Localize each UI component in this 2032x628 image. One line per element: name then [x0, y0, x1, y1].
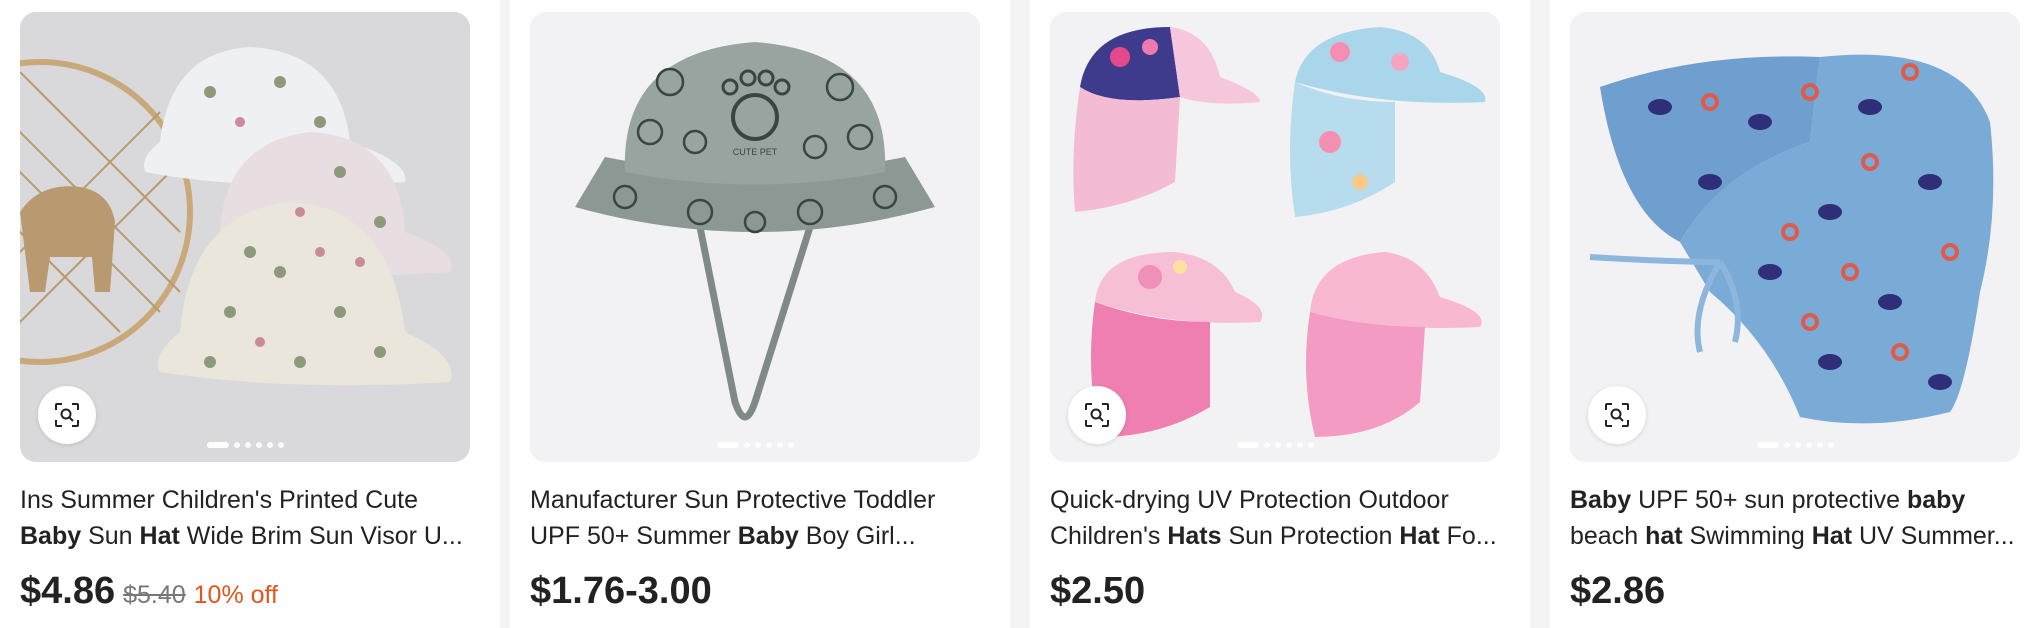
carousel-dot[interactable] [765, 442, 772, 448]
bucket-hat-image: CUTE PET [530, 12, 980, 462]
product-card[interactable]: Baby UPF 50+ sun protective baby beach h… [1550, 0, 2032, 628]
carousel-dot[interactable] [1816, 442, 1823, 448]
carousel-dot[interactable] [1263, 442, 1270, 448]
product-price: $2.50 [1050, 570, 1146, 612]
title-text: Wide Brim Sun Visor U... [179, 522, 463, 550]
carousel-dot[interactable] [1236, 442, 1259, 448]
title-keyword: hat [1645, 522, 1683, 550]
title-text: Swimming [1682, 522, 1812, 550]
carousel-dot[interactable] [277, 442, 284, 448]
carousel-dot[interactable] [1827, 442, 1834, 448]
image-search-icon [1605, 403, 1629, 427]
title-keyword: Baby [20, 522, 82, 550]
carousel-dot[interactable] [255, 442, 262, 448]
product-price: $1.76-3.00 [530, 570, 712, 612]
title-text: UPF 50+ sun protective [1631, 486, 1907, 514]
product-image[interactable]: CUTE PET [530, 12, 980, 462]
carousel-dot[interactable] [754, 442, 761, 448]
product-card[interactable]: CUTE PET Manufacturer Sun Protective Tod… [510, 0, 1010, 628]
title-text: Sun Protection [1221, 522, 1400, 550]
carousel-indicator[interactable] [20, 442, 470, 448]
visual-search-button[interactable] [1588, 386, 1646, 444]
title-keyword: Hats [1167, 522, 1222, 550]
title-text: Sun [81, 522, 140, 550]
carousel-dot[interactable] [1783, 442, 1790, 448]
carousel-dot[interactable] [1285, 442, 1292, 448]
title-keyword: Baby [1570, 486, 1632, 514]
title-text: Boy Girl... [798, 522, 916, 550]
product-image[interactable] [1570, 12, 2020, 462]
carousel-dot[interactable] [1307, 442, 1314, 448]
image-search-icon [55, 403, 79, 427]
carousel-indicator[interactable] [1570, 442, 2020, 448]
product-title[interactable]: Quick-drying UV Protection Outdoor Child… [1050, 482, 1505, 554]
carousel-indicator[interactable] [1050, 442, 1500, 448]
carousel-dot[interactable] [743, 442, 750, 448]
hat-print-label: CUTE PET [733, 147, 778, 157]
carousel-dot[interactable] [266, 442, 273, 448]
title-keyword: Baby [737, 522, 799, 550]
title-text: UV Summer... [1852, 522, 2015, 550]
carousel-indicator[interactable] [530, 442, 980, 448]
title-keyword: baby [1906, 486, 1966, 514]
price-row: $2.50 [1050, 570, 1145, 613]
product-title[interactable]: Baby UPF 50+ sun protective baby beach h… [1570, 482, 2025, 554]
carousel-dot[interactable] [1296, 442, 1303, 448]
title-text: beach [1570, 522, 1646, 550]
carousel-dot[interactable] [1274, 442, 1281, 448]
carousel-dot[interactable] [776, 442, 783, 448]
carousel-dot[interactable] [206, 442, 229, 448]
price-row: $2.86 [1570, 570, 1665, 613]
title-text: Ins Summer Children's Printed Cute [20, 486, 418, 514]
image-search-icon [1085, 403, 1109, 427]
product-price: $2.86 [1570, 570, 1666, 612]
product-card[interactable]: Ins Summer Children's Printed Cute Baby … [0, 0, 500, 628]
title-text: Fo... [1439, 522, 1497, 550]
visual-search-button[interactable] [1068, 386, 1126, 444]
carousel-dot[interactable] [787, 442, 794, 448]
title-keyword: Hat [1399, 522, 1440, 550]
product-image[interactable] [1050, 12, 1500, 462]
original-price: $5.40 [123, 581, 186, 609]
carousel-dot[interactable] [1794, 442, 1801, 448]
carousel-dot[interactable] [233, 442, 240, 448]
title-keyword: Hat [1811, 522, 1853, 550]
product-image[interactable] [20, 12, 470, 462]
price-row: $4.86 $5.40 10% off [20, 570, 278, 613]
product-price: $4.86 [20, 570, 116, 612]
carousel-dot[interactable] [1756, 442, 1779, 448]
visual-search-button[interactable] [38, 386, 96, 444]
price-row: $1.76-3.00 [530, 570, 712, 613]
discount-badge: 10% off [193, 581, 278, 609]
carousel-dot[interactable] [716, 442, 739, 448]
product-title[interactable]: Ins Summer Children's Printed Cute Baby … [20, 482, 475, 554]
product-card[interactable]: Quick-drying UV Protection Outdoor Child… [1030, 0, 1530, 628]
carousel-dot[interactable] [244, 442, 251, 448]
carousel-dot[interactable] [1805, 442, 1812, 448]
product-title[interactable]: Manufacturer Sun Protective Toddler UPF … [530, 482, 985, 554]
title-keyword: Hat [139, 522, 180, 550]
